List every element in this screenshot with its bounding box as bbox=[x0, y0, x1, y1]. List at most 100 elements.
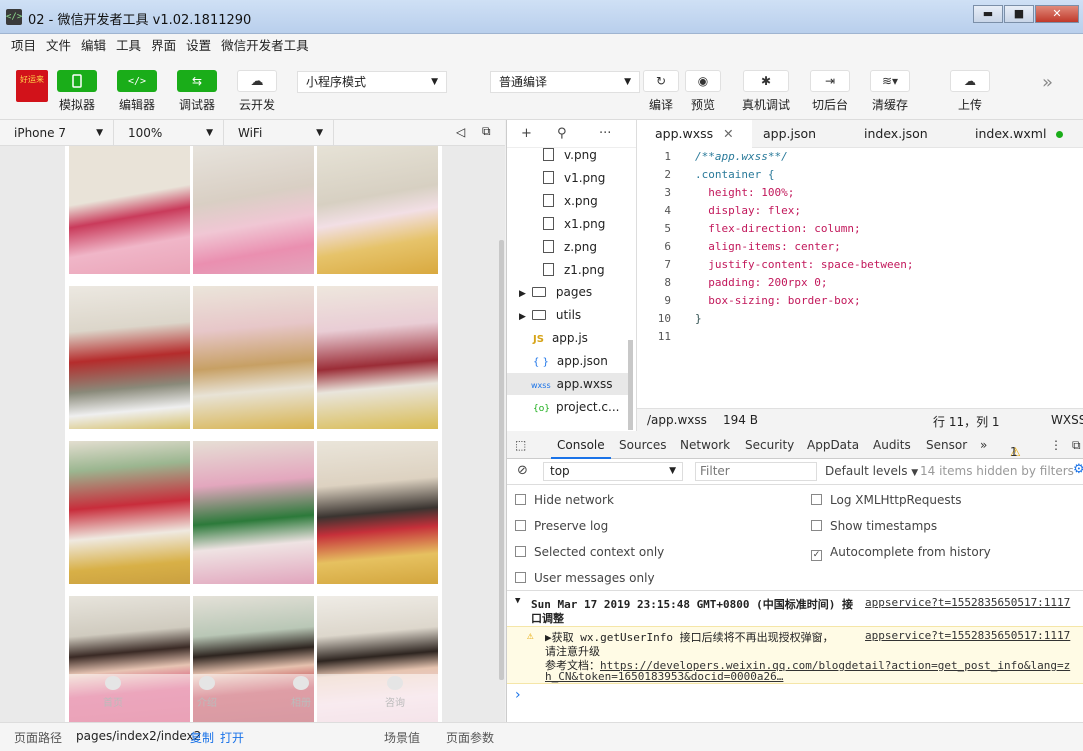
option-timestamps[interactable]: Show timestamps bbox=[811, 519, 937, 533]
file-item[interactable]: v.png bbox=[543, 144, 597, 166]
file-item[interactable]: JS app.js bbox=[533, 327, 588, 349]
photo-1[interactable] bbox=[69, 146, 190, 274]
tab-intro[interactable]: 介绍 bbox=[177, 676, 237, 709]
folder-item[interactable]: ▶ utils bbox=[519, 304, 581, 326]
maximize-button[interactable]: ■ bbox=[1004, 5, 1034, 23]
remote-debug-button[interactable]: ✱ 真机调试 bbox=[742, 70, 790, 113]
inspect-icon[interactable]: ⬚ bbox=[515, 438, 526, 452]
tab-appdata[interactable]: AppData bbox=[807, 438, 859, 452]
cloud-button[interactable]: ☁ 云开发 bbox=[237, 70, 277, 113]
levels-select[interactable]: Default levels ▼ bbox=[825, 464, 918, 478]
mode-select[interactable]: 小程序模式 ▼ bbox=[297, 71, 447, 93]
option-user-messages[interactable]: User messages only bbox=[515, 571, 655, 585]
compile-mode-select[interactable]: 普通编译 ▼ bbox=[490, 71, 640, 93]
option-preserve-log[interactable]: Preserve log bbox=[515, 519, 608, 533]
photo-9[interactable] bbox=[317, 441, 438, 584]
close-icon[interactable]: ✕ bbox=[723, 126, 733, 141]
tab-audits[interactable]: Audits bbox=[873, 438, 911, 452]
scene-button[interactable]: 场景值 bbox=[384, 729, 420, 746]
photo-4[interactable] bbox=[69, 286, 190, 429]
checkbox-checked[interactable]: ✓ bbox=[811, 550, 822, 561]
simulator-scrollbar[interactable] bbox=[499, 240, 504, 680]
warning-source-link[interactable]: appservice?t=1552835650517:1117 bbox=[865, 629, 1070, 642]
copy-link[interactable]: 复制 bbox=[190, 729, 214, 746]
context-select[interactable]: top ▼ bbox=[543, 462, 683, 481]
checkbox[interactable] bbox=[811, 494, 822, 505]
file-item[interactable]: v1.png bbox=[543, 167, 605, 189]
avatar[interactable]: 好运来 bbox=[16, 70, 48, 102]
code-area[interactable]: 1/**app.wxss**/ 2 .container { 3 height: … bbox=[637, 148, 1083, 346]
filter-input[interactable]: Filter bbox=[695, 462, 817, 481]
option-autocomplete[interactable]: ✓ Autocomplete from history bbox=[811, 545, 991, 561]
debugger-button[interactable]: ⇆ 调试器 bbox=[177, 70, 217, 113]
file-item[interactable]: z1.png bbox=[543, 259, 605, 281]
log-source-link[interactable]: appservice?t=1552835650517:1117 bbox=[865, 596, 1070, 609]
more-tabs-button[interactable]: » bbox=[980, 438, 987, 452]
preview-button[interactable]: ◉ 预览 bbox=[685, 70, 721, 113]
params-button[interactable]: 页面参数 bbox=[446, 729, 494, 746]
gear-icon[interactable]: ⚙ bbox=[1073, 462, 1083, 477]
photo-7[interactable] bbox=[69, 441, 190, 584]
option-log-xhr[interactable]: Log XMLHttpRequests bbox=[811, 493, 962, 507]
device-select[interactable]: iPhone 7 ▼ bbox=[0, 120, 114, 146]
tab-home[interactable]: 首页 bbox=[83, 676, 143, 709]
tab-consult[interactable]: 咨询 bbox=[365, 676, 425, 709]
add-icon[interactable]: + bbox=[521, 126, 532, 141]
console-prompt[interactable]: › bbox=[515, 687, 521, 703]
popout-icon[interactable]: ⧉ bbox=[482, 124, 491, 139]
clear-cache-button[interactable]: ≋▾ 清缓存 bbox=[870, 70, 910, 113]
close-button[interactable]: ✕ bbox=[1035, 5, 1079, 23]
tab-network[interactable]: Network bbox=[680, 438, 730, 452]
background-button[interactable]: ⇥ 切后台 bbox=[810, 70, 850, 113]
kebab-menu-icon[interactable]: ⋮ bbox=[1050, 438, 1062, 452]
photo-8[interactable] bbox=[193, 441, 314, 584]
menu-view[interactable]: 界面 bbox=[146, 34, 181, 58]
option-selected-context[interactable]: Selected context only bbox=[515, 545, 664, 559]
menu-tools[interactable]: 工具 bbox=[111, 34, 146, 58]
more-toolbar-button[interactable]: » bbox=[1042, 72, 1053, 93]
menu-project[interactable]: 项目 bbox=[6, 34, 41, 58]
console-log-group[interactable]: ▼ Sun Mar 17 2019 23:15:48 GMT+0800 (中国标… bbox=[507, 596, 1083, 626]
status-language[interactable]: WXSS bbox=[1051, 413, 1083, 427]
sound-icon[interactable]: ◁ bbox=[456, 125, 465, 139]
zoom-select[interactable]: 100% ▼ bbox=[114, 120, 224, 146]
tab-index-json[interactable]: index.json bbox=[846, 120, 946, 148]
open-link[interactable]: 打开 bbox=[220, 729, 244, 746]
checkbox[interactable] bbox=[515, 572, 526, 583]
tree-scrollbar[interactable] bbox=[628, 340, 633, 430]
compile-button[interactable]: ↻ 编译 bbox=[643, 70, 679, 113]
console-warning[interactable]: ⚠ ▶获取 wx.getUserInfo 接口后续将不再出现授权弹窗， apps… bbox=[507, 626, 1083, 684]
folder-item[interactable]: ▶ pages bbox=[519, 281, 592, 303]
tab-app-wxss[interactable]: app.wxss ✕ bbox=[637, 120, 752, 148]
status-position[interactable]: 行 11，列 1 bbox=[933, 413, 1000, 430]
photo-3[interactable] bbox=[317, 146, 438, 274]
search-icon[interactable]: ⚲ bbox=[557, 126, 567, 141]
tab-security[interactable]: Security bbox=[745, 438, 794, 452]
photo-6[interactable] bbox=[317, 286, 438, 429]
upload-button[interactable]: ☁ 上传 bbox=[950, 70, 990, 113]
file-item[interactable]: { } app.json bbox=[533, 350, 608, 372]
option-hide-network[interactable]: Hide network bbox=[515, 493, 614, 507]
tab-app-json[interactable]: app.json bbox=[745, 120, 834, 148]
file-item[interactable]: x1.png bbox=[543, 213, 605, 235]
file-item[interactable]: z.png bbox=[543, 236, 597, 258]
checkbox[interactable] bbox=[811, 520, 822, 531]
minimize-button[interactable]: ▬ bbox=[973, 5, 1003, 23]
tab-album[interactable]: 相册 bbox=[271, 676, 331, 709]
more-icon[interactable]: ··· bbox=[599, 126, 611, 141]
checkbox[interactable] bbox=[515, 494, 526, 505]
menu-edit[interactable]: 编辑 bbox=[76, 34, 111, 58]
menu-wechat-devtools[interactable]: 微信开发者工具 bbox=[216, 34, 314, 58]
network-select[interactable]: WiFi ▼ bbox=[224, 120, 334, 146]
tab-sensor[interactable]: Sensor bbox=[926, 438, 967, 452]
simulator-button[interactable]: 模拟器 bbox=[57, 70, 97, 113]
checkbox[interactable] bbox=[515, 520, 526, 531]
clear-console-icon[interactable]: ⊘ bbox=[517, 463, 528, 478]
file-item[interactable]: x.png bbox=[543, 190, 598, 212]
checkbox[interactable] bbox=[515, 546, 526, 557]
file-item[interactable]: {o} project.c... bbox=[533, 396, 619, 418]
file-item-active[interactable]: wxss app.wxss bbox=[507, 373, 629, 395]
doc-link-cont[interactable]: h_CN&token=1650183953&docid=0000a26… bbox=[545, 670, 783, 683]
dock-icon[interactable]: ⧉ bbox=[1072, 438, 1081, 453]
photo-5[interactable] bbox=[193, 286, 314, 429]
